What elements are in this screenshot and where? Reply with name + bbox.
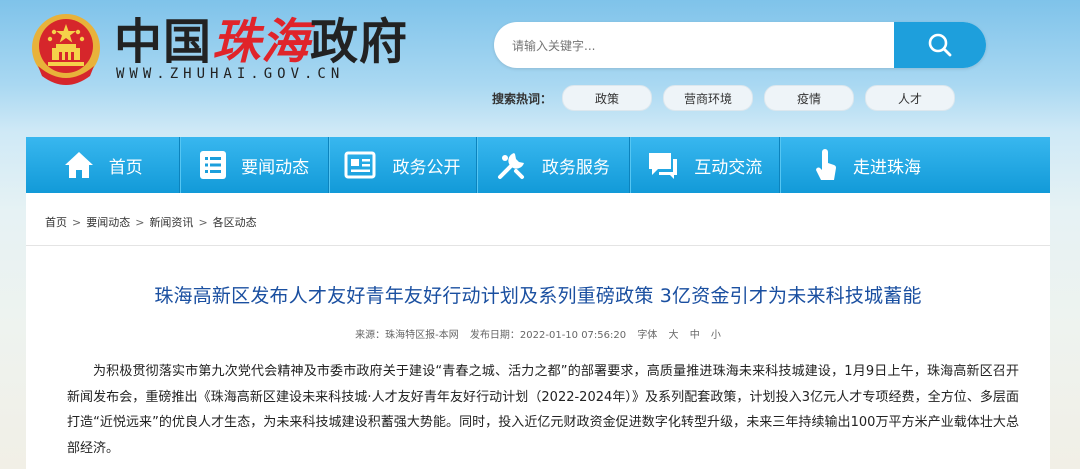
article-panel: 首页 > 要闻动态 > 新闻资讯 > 各区动态 珠海高新区发布人才友好青年友好行动计划及系列… — [26, 193, 1050, 469]
article-meta: 来源：珠海特区报-本网 发布日期：2022-01-10 07:56:20 字体 … — [26, 326, 1050, 341]
site-header: 中国珠海政府 WWW.ZHUHAI.GOV.CN 搜索热词： 政策 营商环境 疫… — [0, 0, 1080, 136]
hot-search: 搜索热词： 政策 营商环境 疫情 人才 — [492, 85, 966, 111]
nav-item-interaction[interactable]: 互动交流 — [628, 137, 779, 193]
search-input[interactable] — [510, 34, 874, 58]
breadcrumb-separator: > — [72, 216, 82, 229]
touch-icon — [815, 149, 836, 180]
document-icon — [344, 151, 376, 179]
font-size-medium[interactable]: 中 — [690, 330, 700, 341]
news-list-icon — [200, 151, 227, 179]
hot-tag-business-environment[interactable]: 营商环境 — [663, 85, 754, 111]
font-size-small[interactable]: 小 — [711, 330, 721, 341]
hot-tag-talent[interactable]: 人才 — [865, 85, 956, 111]
nav-item-news[interactable]: 要闻动态 — [179, 137, 327, 193]
nav-label-home: 首页 — [108, 157, 143, 178]
site-title[interactable]: 中国珠海政府 — [114, 14, 408, 70]
article-title: 珠海高新区发布人才友好青年友好行动计划及系列重磅政策 3亿资金引才为未来科技城蓄… — [154, 285, 922, 307]
hot-tag-policy[interactable]: 政策 — [562, 85, 653, 111]
breadcrumb-separator: > — [198, 216, 208, 229]
nav-item-gov-affairs[interactable]: 政务公开 — [327, 137, 476, 193]
breadcrumb-news[interactable]: 要闻动态 — [86, 216, 130, 229]
service-icon — [497, 153, 524, 179]
nav-item-services[interactable]: 政务服务 — [476, 137, 628, 193]
breadcrumb-news-info[interactable]: 新闻资讯 — [149, 216, 193, 229]
breadcrumb-divider — [26, 245, 1050, 246]
site-url: WWW.ZHUHAI.GOV.CN — [116, 66, 345, 82]
nav-label-services: 政务服务 — [541, 157, 610, 178]
search-box — [494, 22, 986, 68]
nav-label-gov-affairs: 政务公开 — [392, 157, 461, 178]
nav-item-about-zhuhai[interactable]: 走进珠海 — [778, 137, 1050, 193]
site-title-china: 中国 — [114, 14, 213, 70]
home-icon — [64, 152, 93, 178]
search-button[interactable] — [894, 22, 986, 68]
national-emblem-icon — [32, 14, 100, 85]
site-title-zhuhai: 珠海 — [212, 14, 311, 70]
font-size-large[interactable]: 大 — [669, 330, 679, 341]
font-size-label: 字体 — [637, 330, 658, 341]
breadcrumb-separator: > — [135, 216, 145, 229]
chat-icon — [649, 153, 678, 179]
article-body: 为积极贯彻落实市第九次党代会精神及市委市政府关于建设“青春之城、活力之都”的部署… — [67, 364, 1019, 456]
site-title-government: 政府 — [310, 14, 409, 70]
breadcrumb-district-news[interactable]: 各区动态 — [213, 216, 257, 229]
main-nav: 首页 要闻动态 政务公开 政务服务 互动交流 走进珠海 — [26, 137, 1050, 193]
search-icon — [928, 33, 952, 57]
nav-item-home[interactable]: 首页 — [26, 137, 179, 193]
hot-search-label: 搜索热词： — [492, 91, 553, 106]
hot-tag-epidemic[interactable]: 疫情 — [764, 85, 855, 111]
article-date: 发布日期：2022-01-10 07:56:20 — [469, 330, 627, 341]
nav-label-about-zhuhai: 走进珠海 — [852, 157, 921, 178]
nav-label-interaction: 互动交流 — [694, 157, 763, 178]
breadcrumb-home[interactable]: 首页 — [45, 216, 67, 229]
breadcrumb: 首页 > 要闻动态 > 新闻资讯 > 各区动态 — [45, 214, 257, 230]
nav-label-news: 要闻动态 — [241, 157, 310, 178]
article-source: 来源：珠海特区报-本网 — [355, 330, 459, 341]
